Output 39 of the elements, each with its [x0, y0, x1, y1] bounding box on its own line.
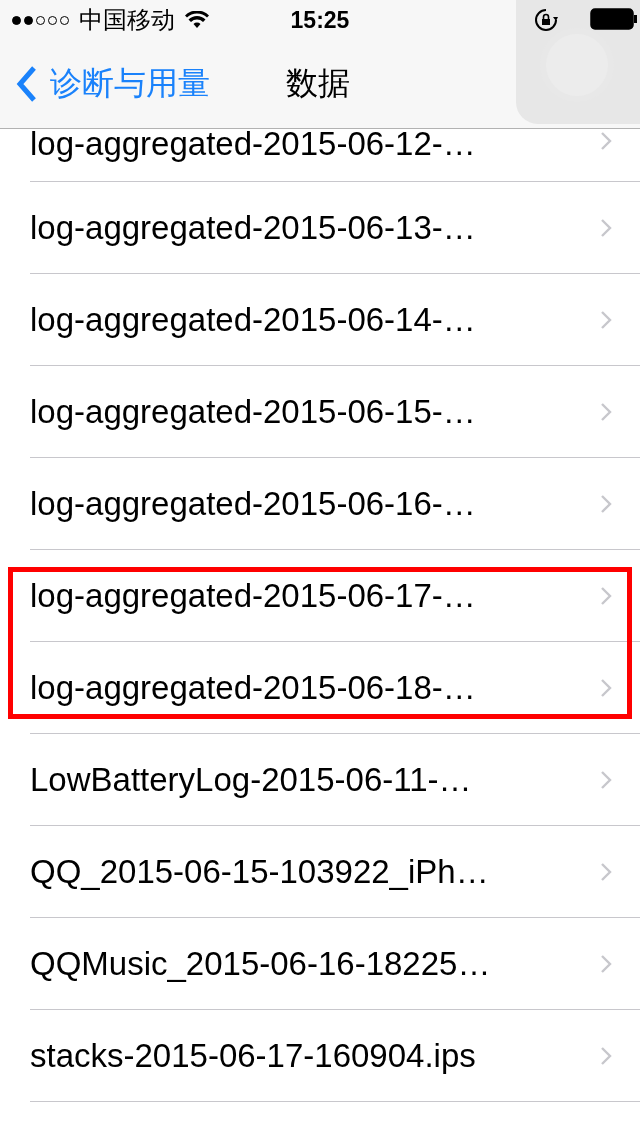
chevron-icon: [600, 217, 612, 238]
row-label: log-aggregated-2015-06-16-…: [30, 484, 476, 523]
row-label: QQ_2015-06-15-103922_iPh…: [30, 852, 489, 891]
list-row[interactable]: log-aggregated-2015-06-14-…: [30, 274, 640, 366]
row-label: QQMusic_2015-06-16-18225…: [30, 944, 491, 983]
assistive-touch-button[interactable]: [516, 0, 640, 124]
list-row[interactable]: QQMusic_2015-06-16-18225…: [30, 918, 640, 1010]
row-label: log-aggregated-2015-06-18-…: [30, 668, 476, 707]
rotation-lock-icon: [534, 8, 558, 32]
carrier-name: 中国移动: [79, 5, 175, 35]
status-time: 15:25: [289, 6, 351, 34]
list-row[interactable]: log-aggregated-2015-06-18-…: [30, 642, 640, 734]
row-label: stacks-2015-06-17-160904.ips: [30, 1036, 476, 1075]
chevron-icon: [600, 861, 612, 882]
list-row[interactable]: LowBatteryLog-2015-06-11-…: [30, 734, 640, 826]
row-label: log-aggregated-2015-06-17-…: [30, 576, 476, 615]
row-label: log-aggregated-2015-06-15-…: [30, 392, 476, 431]
battery-icon: [590, 8, 638, 30]
chevron-icon: [600, 1045, 612, 1066]
wifi-icon: [185, 11, 209, 29]
list-row[interactable]: QQ_2015-06-15-103922_iPh…: [30, 826, 640, 918]
list-row[interactable]: stacks-2015-06-17-160904.ips: [30, 1010, 640, 1102]
list-row[interactable]: log-aggregated-2015-06-16-…: [30, 458, 640, 550]
list-row[interactable]: log-aggregated-2015-06-13-…: [30, 182, 640, 274]
row-label: LowBatteryLog-2015-06-11-…: [30, 760, 472, 799]
nav-title: 数据: [286, 64, 350, 103]
chevron-icon: [600, 131, 612, 151]
row-label: log-aggregated-2015-06-13-…: [30, 208, 476, 247]
list-row[interactable]: log-aggregated-2015-06-15-…: [30, 366, 640, 458]
chevron-icon: [600, 309, 612, 330]
chevron-icon: [600, 677, 612, 698]
chevron-icon: [600, 401, 612, 422]
chevron-icon: [600, 769, 612, 790]
chevron-icon: [600, 953, 612, 974]
chevron-icon: [600, 585, 612, 606]
chevron-icon: [600, 493, 612, 514]
list-row[interactable]: log-aggregated-2015-06-17-…: [30, 550, 640, 642]
back-chevron-icon: [16, 65, 38, 103]
row-label: log-aggregated-2015-06-14-…: [30, 300, 476, 339]
